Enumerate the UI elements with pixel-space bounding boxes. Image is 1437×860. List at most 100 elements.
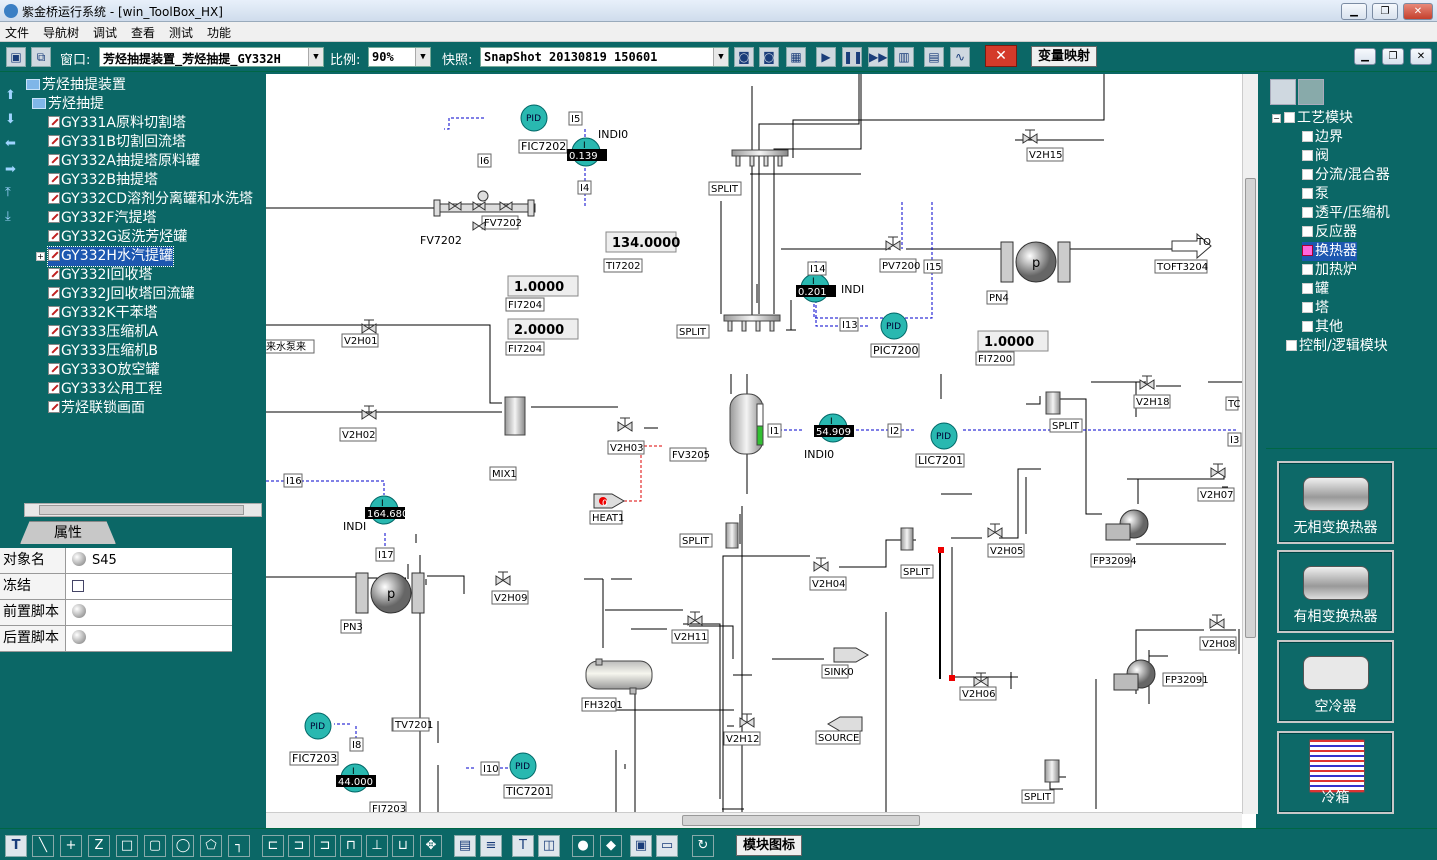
cross-tool-icon[interactable]: + — [60, 835, 82, 857]
menu-test[interactable]: 测试 — [169, 24, 193, 41]
menu-view[interactable]: 查看 — [131, 24, 155, 41]
module-tree-item[interactable]: 泵 — [1302, 185, 1329, 204]
polygon-tool-icon[interactable]: ⬠ — [200, 835, 222, 857]
module-tree-item[interactable]: 换热器 — [1302, 242, 1357, 261]
indicator-lic7201[interactable]: I54.909 — [814, 413, 854, 443]
module-root[interactable]: − 工艺模块 — [1272, 109, 1353, 128]
align-right-icon[interactable]: ⊐ — [314, 835, 336, 857]
tab-properties[interactable]: 属性 — [20, 521, 116, 544]
variable-icon[interactable]: ◫ — [538, 835, 560, 857]
valve[interactable]: V2H08 — [1199, 614, 1237, 651]
variable-map-button[interactable]: 变量映射 — [1031, 46, 1097, 67]
arrow-top-icon[interactable]: ⤒ — [5, 185, 11, 200]
calendar-icon[interactable]: ▤ — [924, 47, 944, 67]
child-restore-button[interactable]: ❐ — [1382, 48, 1404, 65]
arrow-down-icon[interactable]: ⬇ — [5, 112, 16, 127]
stop-icon[interactable]: ✕ — [985, 45, 1017, 67]
play-icon[interactable]: ▶ — [816, 47, 836, 67]
distribute-icon[interactable]: ✥ — [420, 835, 442, 857]
child-close-button[interactable]: ✕ — [1410, 48, 1432, 65]
module-tree-item[interactable]: 塔 — [1302, 299, 1329, 318]
prop-value[interactable] — [72, 600, 92, 625]
close-button[interactable]: ✕ — [1403, 3, 1433, 20]
grid-icon[interactable]: ▤ — [454, 835, 476, 857]
valve[interactable]: PV7200 — [879, 236, 920, 273]
polyline-tool-icon[interactable]: ┐ — [228, 835, 250, 857]
indicator-fic7203[interactable]: I44.000 — [336, 763, 376, 793]
line-tool-icon[interactable]: ╲ — [32, 835, 54, 857]
tree-item[interactable]: GY333公用工程 — [48, 380, 162, 399]
value-display[interactable]: 1.0000 FI7204 — [505, 275, 579, 312]
rounded-rect-tool-icon[interactable]: ▢ — [144, 835, 166, 857]
valve[interactable]: V2H11 — [671, 611, 709, 644]
tag-icon[interactable]: T — [512, 835, 534, 857]
tree-item[interactable]: GY331B切割回流塔 — [48, 133, 186, 152]
tree-item[interactable]: GY332I回收塔 — [48, 266, 153, 285]
tree-root[interactable]: 芳烃抽提装置 — [26, 76, 126, 95]
window-select[interactable]: 芳烃抽提装置_芳烃抽提_GY332H ▼ — [99, 47, 324, 67]
copy-icon[interactable]: ⧉ — [31, 47, 51, 67]
arrow-right-icon[interactable]: ➡ — [5, 162, 16, 177]
right-splitter[interactable] — [1258, 74, 1266, 828]
fast-forward-icon[interactable]: ▶▶ — [868, 47, 888, 67]
valve[interactable]: FV7202 — [481, 215, 522, 230]
menu-debug[interactable]: 调试 — [93, 24, 117, 41]
large-icons-icon[interactable] — [1298, 79, 1324, 105]
expand-icon[interactable]: + — [36, 252, 45, 261]
module-cold-box[interactable]: 冷箱 — [1277, 731, 1394, 814]
canvas-horizontal-scrollbar[interactable] — [266, 812, 1242, 828]
ellipse-tool-icon[interactable]: ◯ — [172, 835, 194, 857]
tree-item[interactable]: GY333O放空罐 — [48, 361, 159, 380]
menu-file[interactable]: 文件 — [5, 24, 29, 41]
value-display[interactable]: 134.0000 TI7202 — [603, 231, 680, 273]
valve[interactable]: V2H05 — [987, 523, 1025, 558]
module-tree-item[interactable]: 透平/压缩机 — [1302, 204, 1390, 223]
module-tree-item[interactable]: 分流/混合器 — [1302, 166, 1390, 185]
list-icon[interactable]: ≡ — [480, 835, 502, 857]
tree-item[interactable]: GY332F汽提塔 — [48, 209, 156, 228]
tree-item[interactable]: GY333压缩机A — [48, 323, 158, 342]
module-air-cooler[interactable]: 空冷器 — [1277, 640, 1394, 723]
value-display[interactable]: 2.0000 FI7204 — [505, 318, 579, 356]
valve[interactable]: V2H18 — [1133, 375, 1171, 409]
module-tree-item[interactable]: 边界 — [1302, 128, 1343, 147]
save-icon[interactable]: ▣ — [6, 47, 26, 67]
tree-item[interactable]: GY332B抽提塔 — [48, 171, 158, 190]
valve[interactable]: V2H01 — [341, 319, 379, 348]
module-tree-item[interactable]: 罐 — [1302, 280, 1329, 299]
module-no-phase-exchanger[interactable]: 无相变换热器 — [1277, 461, 1394, 544]
menu-navtree[interactable]: 导航树 — [43, 24, 79, 41]
indicator-pic7200[interactable]: I0.201 — [796, 273, 836, 303]
module-tree-item[interactable]: 反应器 — [1302, 223, 1357, 242]
film-icon[interactable]: ▦ — [786, 47, 806, 67]
valve[interactable]: FV3205 — [669, 447, 710, 462]
arrow-bottom-icon[interactable]: ⤓ — [5, 209, 11, 224]
module-tree-item[interactable]: 加热炉 — [1302, 261, 1357, 280]
valve[interactable]: V2H15 — [1022, 129, 1064, 162]
scroll-thumb[interactable] — [1245, 178, 1256, 638]
valve[interactable]: V2H09 — [491, 571, 529, 605]
book-icon[interactable]: ▥ — [894, 47, 914, 67]
window-icon[interactable]: ▭ — [656, 835, 678, 857]
pid-fic7202[interactable]: PID FIC7202 — [518, 104, 568, 154]
tree-item[interactable]: GY332J回收塔回流罐 — [48, 285, 195, 304]
camera-add-icon[interactable]: ◙ — [759, 47, 779, 67]
pause-icon[interactable]: ❚❚ — [842, 47, 863, 67]
refresh-icon[interactable]: ↻ — [692, 835, 714, 857]
module-tree-item[interactable]: 其他 — [1302, 318, 1343, 337]
valve[interactable]: V2H04 — [809, 557, 847, 591]
module-root-control[interactable]: 控制/逻辑模块 — [1286, 337, 1388, 356]
indicator-fic7202[interactable]: I0.139 — [567, 137, 607, 167]
value-display[interactable]: 1.0000 FI7200 — [975, 330, 1049, 366]
arrow-up-icon[interactable]: ⬆ — [5, 88, 16, 103]
valve[interactable]: V2H07 — [1197, 463, 1235, 502]
valve[interactable]: V2H03 — [607, 417, 645, 455]
tree-item[interactable]: GY332A抽提塔原料罐 — [48, 152, 200, 171]
scroll-thumb[interactable] — [39, 505, 244, 515]
rectangle-tool-icon[interactable]: □ — [116, 835, 138, 857]
pid-lic7201[interactable]: PID LIC7201 — [915, 422, 965, 468]
prop-value[interactable] — [72, 574, 84, 599]
tree-item[interactable]: GY332K干苯塔 — [48, 304, 158, 323]
restore-button[interactable]: ❐ — [1372, 3, 1398, 20]
valve[interactable]: V2H02 — [339, 405, 377, 442]
